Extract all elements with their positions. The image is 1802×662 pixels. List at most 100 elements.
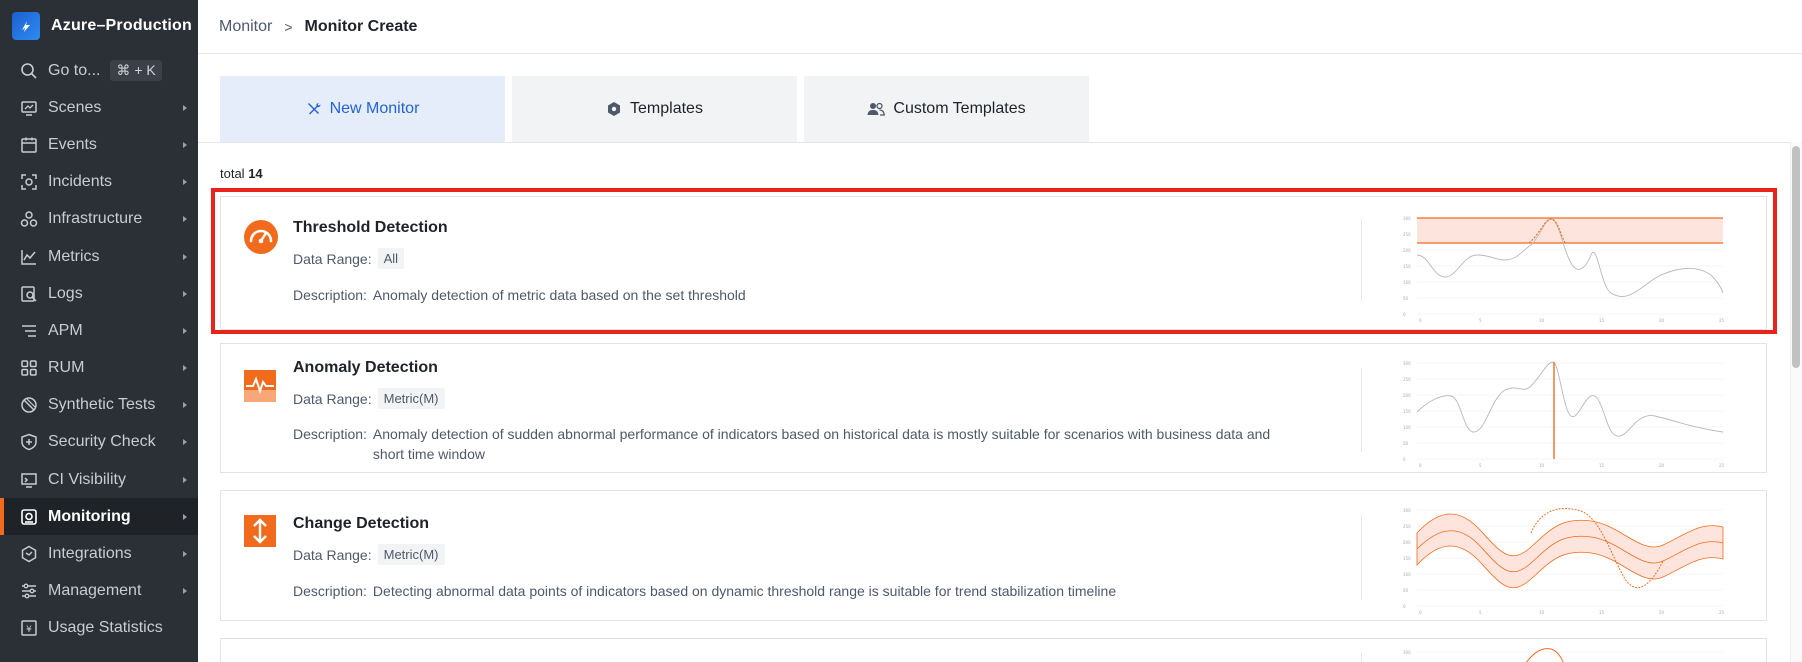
- sidebar-item-security-check[interactable]: Security Check: [0, 424, 198, 461]
- chevron-right-icon: [183, 476, 187, 483]
- card-title: Threshold Detection: [293, 219, 448, 236]
- monitor-tabs: New Monitor Templates Custom Templates: [220, 76, 1089, 142]
- svg-text:300: 300: [1403, 361, 1411, 366]
- chevron-right-icon: [183, 179, 187, 186]
- sliders-icon: [19, 581, 39, 601]
- anomaly-preview-chart: 300 250 200 150 100 50 0 0 5 10 15 20 25: [1403, 361, 1725, 468]
- usage-statistics-icon: ¥: [19, 618, 39, 638]
- description-label: Description:: [293, 426, 367, 442]
- sidebar-item-integrations[interactable]: Integrations: [0, 535, 198, 572]
- tab-new-monitor[interactable]: New Monitor: [220, 76, 505, 142]
- description-label: Description:: [293, 583, 367, 599]
- card-divider: [1361, 219, 1362, 301]
- chevron-right-icon: [183, 253, 187, 260]
- chevron-right-icon: [183, 551, 187, 558]
- goto-label: Go to...: [48, 61, 101, 79]
- chevron-right-icon: [183, 104, 187, 111]
- logs-search-icon: [19, 284, 39, 304]
- sidebar-item-label: RUM: [48, 359, 85, 377]
- users-icon: [867, 101, 886, 117]
- data-range-label: Data Range:: [293, 546, 372, 563]
- svg-text:10: 10: [1539, 610, 1545, 615]
- sidebar-item-label: Scenes: [48, 98, 102, 116]
- sidebar-item-label: Management: [48, 582, 142, 600]
- svg-text:20: 20: [1659, 318, 1665, 323]
- tools-icon: [306, 101, 322, 117]
- sidebar-item-synthetic-tests[interactable]: Synthetic Tests: [0, 387, 198, 424]
- sidebar-item-management[interactable]: Management: [0, 573, 198, 610]
- chevron-right-icon: [183, 588, 187, 595]
- chevron-right-icon: [183, 513, 187, 520]
- sidebar-item-logs[interactable]: Logs: [0, 275, 198, 312]
- sidebar-item-scenes[interactable]: Scenes: [0, 89, 198, 126]
- hexagon-icon: [606, 101, 622, 117]
- monitor-card-partial[interactable]: 300: [220, 638, 1767, 662]
- goto-command[interactable]: Go to... ⌘ + K: [0, 52, 198, 89]
- sidebar-item-incidents[interactable]: Incidents: [0, 164, 198, 201]
- tab-custom-templates[interactable]: Custom Templates: [804, 76, 1089, 142]
- scrollbar-thumb[interactable]: [1792, 146, 1800, 368]
- sidebar-item-metrics[interactable]: Metrics: [0, 238, 198, 275]
- sidebar-item-label: CI Visibility: [48, 470, 126, 488]
- svg-text:150: 150: [1403, 556, 1411, 561]
- monitor-card-threshold-detection[interactable]: Threshold Detection Data Range: All Desc…: [220, 196, 1767, 330]
- svg-text:5: 5: [1479, 463, 1482, 468]
- sidebar-item-monitoring[interactable]: Monitoring: [0, 498, 198, 536]
- description-text: Anomaly detection of sudden abnormal per…: [372, 426, 1271, 462]
- chevron-right-icon: [183, 216, 187, 223]
- tab-templates[interactable]: Templates: [512, 76, 797, 142]
- svg-text:150: 150: [1403, 409, 1411, 414]
- pulse-icon: [243, 369, 277, 403]
- monitor-screen-icon: [19, 98, 39, 118]
- svg-text:50: 50: [1403, 588, 1409, 593]
- partial-preview-chart: 300: [1403, 648, 1723, 662]
- sidebar-item-label: Incidents: [48, 173, 113, 191]
- sidebar-item-label: Events: [48, 135, 97, 153]
- svg-text:10: 10: [1539, 463, 1545, 468]
- sidebar: Azure–Production Go to... ⌘ + K Scenes E…: [0, 0, 198, 662]
- sidebar-item-events[interactable]: Events: [0, 126, 198, 163]
- svg-text:0: 0: [1419, 318, 1422, 323]
- card-data-range: Data Range: Metric(M): [293, 388, 445, 409]
- tabs-divider: [198, 142, 1802, 143]
- tab-label: Custom Templates: [893, 100, 1026, 117]
- chevron-right-icon: [183, 290, 187, 297]
- svg-text:100: 100: [1403, 425, 1411, 430]
- sidebar-item-label: Monitoring: [48, 507, 131, 525]
- gauge-icon: [243, 219, 278, 254]
- svg-text:200: 200: [1403, 248, 1411, 253]
- workspace-switcher[interactable]: Azure–Production: [0, 0, 198, 52]
- chevron-right-icon: [183, 141, 187, 148]
- monitor-card-anomaly-detection[interactable]: Anomaly Detection Data Range: Metric(M) …: [220, 343, 1767, 473]
- sidebar-item-ci-visibility[interactable]: CI Visibility: [0, 461, 198, 498]
- svg-text:250: 250: [1403, 232, 1411, 237]
- svg-text:250: 250: [1403, 377, 1411, 382]
- description-text: Anomaly detection of metric data based o…: [372, 287, 746, 303]
- breadcrumb: Monitor > Monitor Create: [198, 0, 1802, 54]
- goto-shortcut: ⌘ + K: [110, 60, 162, 82]
- sidebar-item-label: Logs: [48, 284, 83, 302]
- workspace-name: Azure–Production: [51, 17, 192, 34]
- breadcrumb-parent-link[interactable]: Monitor: [219, 18, 272, 36]
- monitor-card-change-detection[interactable]: Change Detection Data Range: Metric(M) D…: [220, 490, 1767, 621]
- card-divider: [1361, 368, 1362, 452]
- svg-text:0: 0: [1403, 604, 1406, 609]
- svg-text:200: 200: [1403, 540, 1411, 545]
- svg-text:20: 20: [1659, 610, 1665, 615]
- sidebar-item-rum[interactable]: RUM: [0, 350, 198, 387]
- svg-text:100: 100: [1403, 280, 1411, 285]
- data-range-tag: All: [377, 248, 405, 269]
- total-label: total: [220, 166, 245, 181]
- sidebar-item-apm[interactable]: APM: [0, 312, 198, 349]
- card-data-range: Data Range: All: [293, 248, 405, 269]
- chevron-right-icon: [183, 402, 187, 409]
- sidebar-item-label: APM: [48, 321, 83, 339]
- monitoring-icon: [19, 507, 39, 527]
- svg-text:25: 25: [1719, 463, 1725, 468]
- card-divider: [1361, 515, 1362, 599]
- sidebar-item-infrastructure[interactable]: Infrastructure: [0, 201, 198, 238]
- sidebar-item-usage-statistics[interactable]: ¥ Usage Statistics: [0, 610, 198, 647]
- apm-icon: [19, 321, 39, 341]
- change-preview-chart: 300 250 200 150 100 50 0 0 5 10 15 20 25: [1403, 508, 1725, 615]
- svg-text:25: 25: [1719, 610, 1725, 615]
